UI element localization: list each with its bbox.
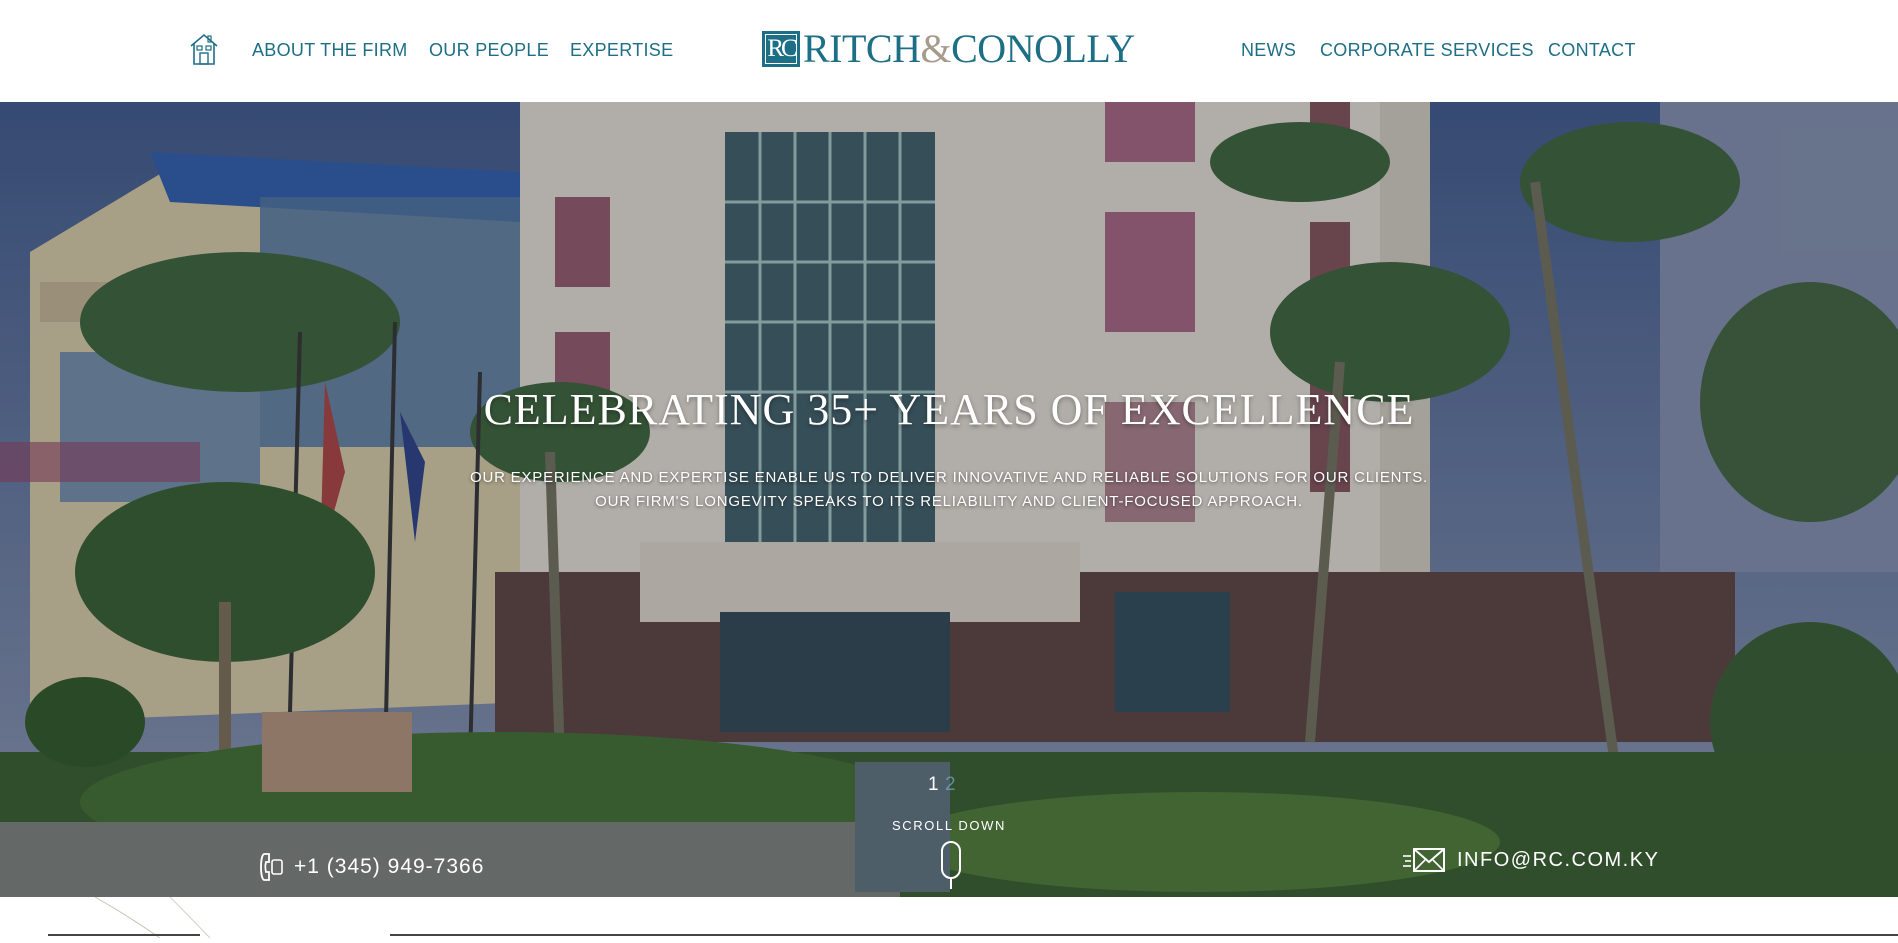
- logo-monogram: RC: [762, 31, 800, 67]
- nav-about-the-firm[interactable]: ABOUT THE FIRM: [252, 40, 408, 61]
- phone-contact[interactable]: +1 (345) 949-7366: [258, 850, 484, 884]
- nav-contact[interactable]: CONTACT: [1548, 40, 1636, 61]
- site-header: ABOUT THE FIRM OUR PEOPLE EXPERTISE RC R…: [0, 0, 1898, 102]
- phone-number: +1 (345) 949-7366: [294, 855, 485, 878]
- mouse-scroll-icon[interactable]: [940, 840, 962, 890]
- hero-title: CELEBRATING 35+ YEARS OF EXCELLENCE: [483, 385, 1415, 434]
- decorative-lines: [48, 896, 1898, 939]
- slide-counter-current: 1: [928, 774, 939, 795]
- hero-subtitle-line-1: OUR EXPERIENCE AND EXPERTISE ENABLE US T…: [469, 469, 1428, 486]
- email-contact[interactable]: INFO@RC.COM.KY: [1403, 846, 1659, 874]
- nav-corporate-services[interactable]: CORPORATE SERVICES: [1320, 40, 1534, 61]
- hero-section: CELEBRATING 35+ YEARS OF EXCELLENCE OUR …: [0, 102, 1898, 897]
- envelope-icon: [1403, 848, 1445, 872]
- phone-icon: [260, 853, 283, 881]
- scroll-down-label[interactable]: SCROLL DOWN: [0, 818, 1898, 833]
- slide-counter-next: 2: [945, 774, 956, 795]
- nav-news[interactable]: NEWS: [1241, 40, 1296, 61]
- nav-expertise[interactable]: EXPERTISE: [570, 40, 673, 61]
- logo-wordmark: RITCH&CONOLLY: [803, 26, 1135, 71]
- email-address: INFO@RC.COM.KY: [1457, 848, 1660, 871]
- below-fold-strip: [0, 896, 1898, 939]
- hero-subtitle-line-2: OUR FIRM'S LONGEVITY SPEAKS TO ITS RELIA…: [595, 493, 1303, 510]
- ritch-conolly-logo[interactable]: RC RITCH&CONOLLY: [762, 26, 1135, 71]
- nav-our-people[interactable]: OUR PEOPLE: [429, 40, 549, 61]
- home-icon[interactable]: [188, 31, 220, 67]
